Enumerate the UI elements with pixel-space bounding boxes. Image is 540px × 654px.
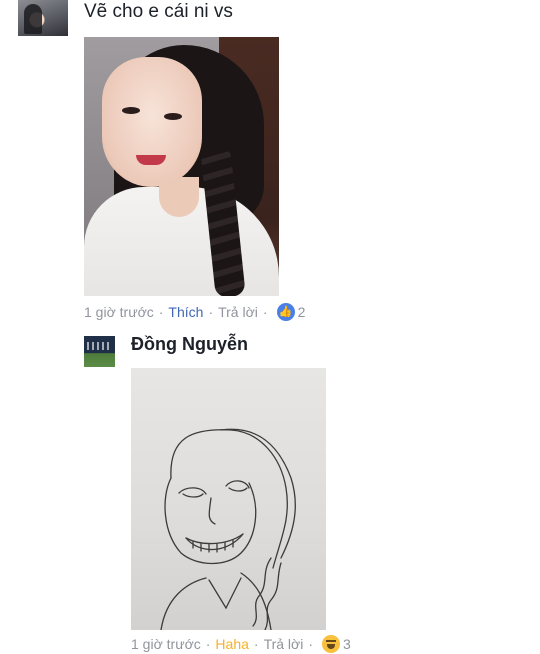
comment-actions: 1 giờ trước · Thích · Trả lời · 👍 2: [84, 303, 305, 321]
separator-dot: ·: [262, 304, 268, 320]
reply-timestamp[interactable]: 1 giờ trước: [131, 636, 201, 652]
photo-eye-right: [164, 113, 182, 120]
reply-photo-sketch[interactable]: [131, 368, 326, 630]
commenter-avatar[interactable]: [18, 0, 68, 36]
separator-dot: ·: [208, 304, 214, 320]
reaction-count[interactable]: 2: [298, 304, 306, 320]
comment-photo-selfie[interactable]: [84, 37, 279, 296]
reaction-count[interactable]: 3: [343, 636, 351, 652]
reply-button[interactable]: Trả lời: [218, 304, 258, 320]
photo-eye-left: [122, 107, 140, 114]
comment-text: Vẽ cho e cái ni vs: [84, 1, 233, 22]
separator-dot: ·: [308, 636, 314, 652]
separator-dot: ·: [158, 304, 164, 320]
like-button[interactable]: Thích: [168, 304, 203, 320]
photo-face: [102, 57, 202, 187]
comment-timestamp[interactable]: 1 giờ trước: [84, 304, 154, 320]
reply-button[interactable]: Trả lời: [264, 636, 304, 652]
reply-author-name[interactable]: Đồng Nguyễn: [131, 334, 248, 355]
reply-actions: 1 giờ trước · Haha · Trả lời · 3: [131, 635, 351, 653]
separator-dot: ·: [205, 636, 211, 652]
separator-dot: ·: [253, 636, 259, 652]
thumbs-up-icon[interactable]: 👍: [276, 303, 295, 321]
reply-author-avatar[interactable]: [84, 336, 115, 367]
haha-button[interactable]: Haha: [215, 636, 248, 652]
sketch-drawing: [160, 428, 296, 630]
laughing-face-icon[interactable]: [322, 635, 341, 653]
